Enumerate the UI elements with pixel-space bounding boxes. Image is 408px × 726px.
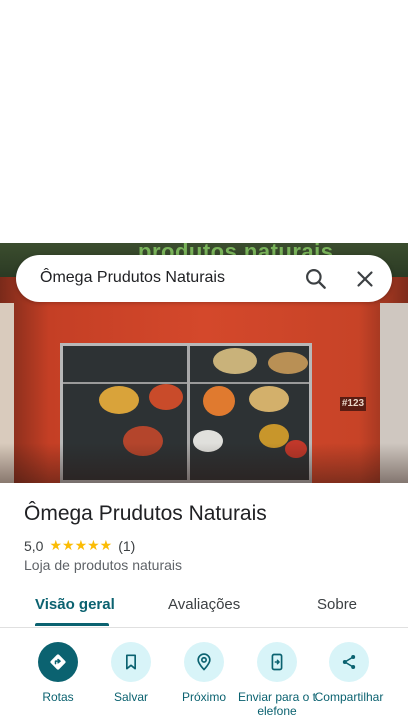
tab-about[interactable]: Sobre xyxy=(317,596,357,613)
spice-bowl xyxy=(203,386,235,416)
photo-shade xyxy=(0,443,408,483)
directions-label: Rotas xyxy=(42,690,74,704)
share-label: Compartilhar xyxy=(314,690,384,704)
close-icon[interactable] xyxy=(352,266,378,292)
house-number-plate: #123 xyxy=(340,397,366,411)
save-label: Salvar xyxy=(113,690,148,704)
spice-bowl xyxy=(249,386,289,412)
directions-icon[interactable] xyxy=(38,642,78,682)
tab-overview[interactable]: Visão geral xyxy=(35,596,115,613)
share-button[interactable]: Compartilhar xyxy=(307,642,391,704)
search-query[interactable]: Ômega Prudutos Naturais xyxy=(40,269,225,287)
action-bar: Rotas Salvar Próximo Enviar para o telef… xyxy=(0,642,408,726)
review-count[interactable]: (1) xyxy=(118,538,135,554)
spice-bowl xyxy=(213,348,257,374)
star-rating-icon: ★★★★★ xyxy=(49,537,113,553)
rating-row[interactable]: 5,0 ★★★★★ (1) xyxy=(24,537,135,554)
tab-reviews[interactable]: Avaliações xyxy=(168,596,240,613)
nearby-icon[interactable] xyxy=(184,642,224,682)
rating-value: 5,0 xyxy=(24,537,44,554)
tab-bar: Visão geral Avaliações Sobre xyxy=(0,585,408,628)
place-category[interactable]: Loja de produtos naturais xyxy=(24,557,182,573)
search-icon[interactable] xyxy=(303,266,329,292)
bookmark-icon[interactable] xyxy=(111,642,151,682)
nearby-label: Próximo xyxy=(181,690,226,704)
spice-bowl xyxy=(268,352,308,374)
directions-button[interactable]: Rotas xyxy=(16,642,100,704)
share-icon[interactable] xyxy=(329,642,369,682)
search-bar[interactable]: Ômega Prudutos Naturais xyxy=(16,255,392,302)
spice-bowl xyxy=(99,386,139,414)
active-tab-indicator xyxy=(35,623,109,626)
place-title: Ômega Prudutos Naturais xyxy=(24,502,267,525)
send-to-phone-icon[interactable] xyxy=(257,642,297,682)
nearby-button[interactable]: Próximo xyxy=(162,642,246,704)
spice-bowl xyxy=(149,384,183,410)
save-button[interactable]: Salvar xyxy=(89,642,173,704)
